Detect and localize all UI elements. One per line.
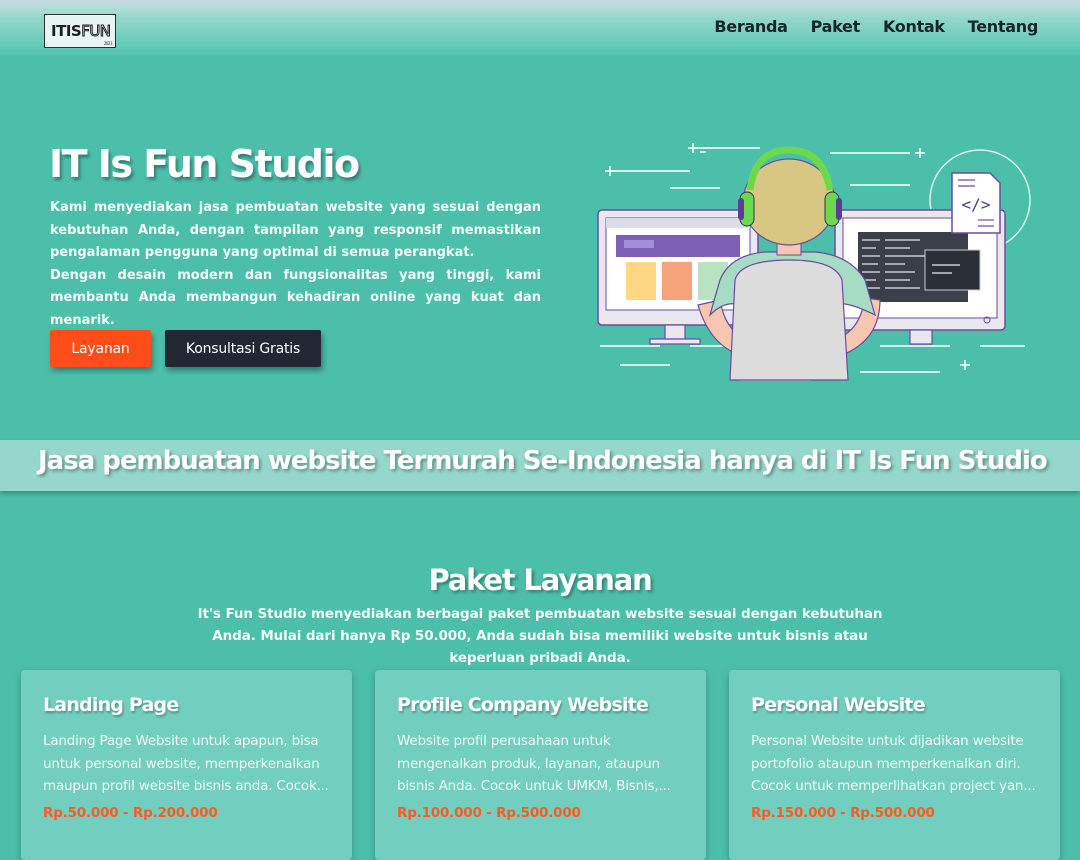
main-menu: Beranda Paket Kontak Tentang bbox=[714, 17, 1038, 36]
package-card-title: Landing Page bbox=[43, 694, 179, 716]
developer-illustration: </> bbox=[597, 143, 1031, 381]
package-card-description: Personal Website untuk dijadikan website… bbox=[751, 733, 1036, 794]
package-card-description: Website profil perusahaan untuk mengenal… bbox=[397, 733, 671, 794]
nav-link-tentang[interactable]: Tentang bbox=[968, 17, 1039, 36]
brand-logo[interactable]: ITIS FUN 2023 bbox=[44, 14, 116, 48]
package-card-description: Landing Page Website untuk apapun, bisa … bbox=[43, 733, 329, 794]
promo-banner: Jasa pembuatan website Termurah Se-Indon… bbox=[0, 440, 1080, 491]
package-card-landing-page[interactable]: Landing Page Landing Page Website untuk … bbox=[21, 670, 352, 860]
package-card-price: Rp.50.000 - Rp.200.000 bbox=[43, 805, 218, 821]
code-document: </> bbox=[951, 172, 1001, 234]
logo-year: 2023 bbox=[103, 41, 113, 46]
code-symbol: </> bbox=[962, 195, 991, 214]
hero-paragraph-2: Dengan desain modern dan fungsionalitas … bbox=[50, 267, 541, 328]
packages-title: Paket Layanan bbox=[428, 563, 652, 597]
hero-paragraph-1: Kami menyediakan jasa pembuatan website … bbox=[50, 200, 541, 260]
layanan-button[interactable]: Layanan bbox=[50, 330, 151, 367]
package-card-title: Personal Website bbox=[751, 694, 926, 716]
packages-description: It's Fun Studio menyediakan berbagai pak… bbox=[197, 606, 883, 666]
hero-title: IT Is Fun Studio bbox=[49, 142, 360, 186]
konsultasi-gratis-button[interactable]: Konsultasi Gratis bbox=[165, 330, 321, 367]
logo-text-fun: FUN bbox=[81, 22, 112, 41]
nav-link-beranda[interactable]: Beranda bbox=[714, 17, 788, 36]
nav-link-kontak[interactable]: Kontak bbox=[883, 17, 945, 36]
package-card-personal-website[interactable]: Personal Website Personal Website untuk … bbox=[729, 670, 1060, 860]
logo-text-itis: ITIS bbox=[51, 22, 82, 40]
package-card-profile-company[interactable]: Profile Company Website Website profil p… bbox=[375, 670, 706, 860]
nav-link-paket[interactable]: Paket bbox=[811, 17, 861, 36]
navbar: ITIS FUN 2023 Beranda Paket Kontak Tentan… bbox=[0, 0, 1080, 56]
hero-description: Kami menyediakan jasa pembuatan website … bbox=[50, 197, 541, 332]
package-card-price: Rp.100.000 - Rp.500.000 bbox=[397, 805, 581, 821]
package-card-price: Rp.150.000 - Rp.500.000 bbox=[751, 805, 935, 821]
package-card-title: Profile Company Website bbox=[397, 694, 649, 716]
banner-text: Jasa pembuatan website Termurah Se-Indon… bbox=[38, 446, 1048, 476]
